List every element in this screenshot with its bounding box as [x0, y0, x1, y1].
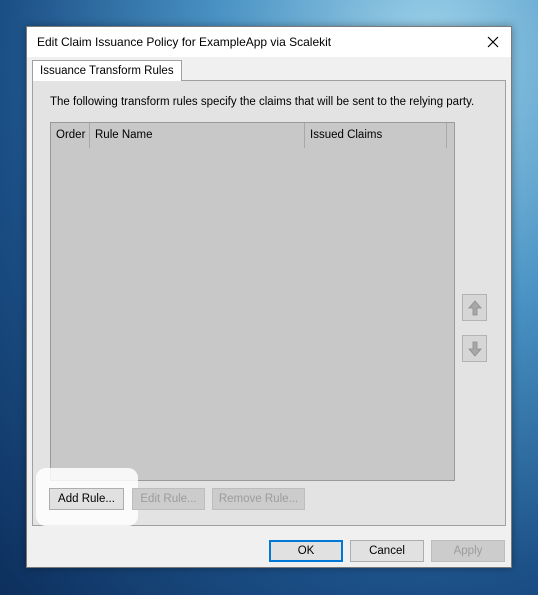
window-title: Edit Claim Issuance Policy for ExampleAp…: [37, 35, 332, 49]
column-header-rule-name[interactable]: Rule Name: [90, 123, 305, 148]
move-down-button[interactable]: [462, 335, 487, 362]
tab-issuance-transform-rules[interactable]: Issuance Transform Rules: [32, 60, 182, 81]
ok-button[interactable]: OK: [269, 540, 343, 562]
dialog-window: Edit Claim Issuance Policy for ExampleAp…: [26, 26, 512, 568]
edit-rule-button[interactable]: Edit Rule...: [132, 488, 205, 510]
apply-button[interactable]: Apply: [431, 540, 505, 562]
move-up-button[interactable]: [462, 294, 487, 321]
column-header-order[interactable]: Order: [51, 123, 90, 148]
arrow-down-icon: [467, 341, 482, 357]
title-bar: Edit Claim Issuance Policy for ExampleAp…: [27, 27, 511, 57]
tab-panel: The following transform rules specify th…: [32, 80, 506, 526]
list-header: Order Rule Name Issued Claims: [51, 123, 454, 148]
rules-list[interactable]: Order Rule Name Issued Claims: [50, 122, 455, 481]
cancel-button[interactable]: Cancel: [350, 540, 424, 562]
column-header-issued-claims[interactable]: Issued Claims: [305, 123, 447, 148]
remove-rule-button[interactable]: Remove Rule...: [212, 488, 305, 510]
close-button[interactable]: [481, 31, 505, 53]
add-rule-button[interactable]: Add Rule...: [49, 488, 124, 510]
close-icon: [487, 36, 499, 48]
arrow-up-icon: [467, 299, 482, 315]
panel-description: The following transform rules specify th…: [50, 96, 475, 108]
